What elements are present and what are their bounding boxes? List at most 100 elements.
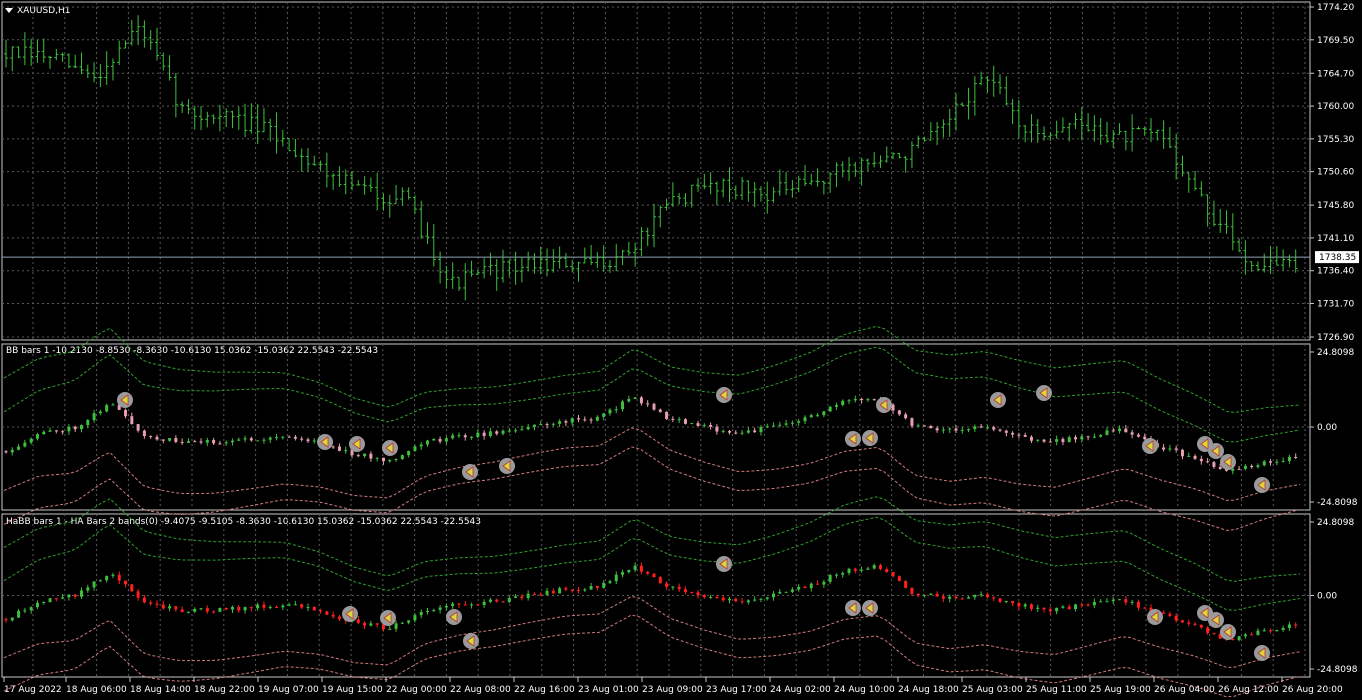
candle-body — [532, 424, 536, 427]
indicator-candle — [73, 425, 77, 432]
candle-body — [639, 397, 643, 404]
candle-body — [79, 590, 83, 597]
indicator-candle — [589, 417, 593, 424]
indicator-candle — [1036, 604, 1040, 612]
arrow-left-marker-icon — [1147, 609, 1163, 625]
price-bar — [1281, 249, 1286, 271]
indicator-candle — [860, 566, 864, 573]
candle-body — [841, 573, 845, 575]
indicator-candle — [1074, 603, 1078, 612]
y-tick-label: 1774.20 — [1317, 3, 1354, 13]
upper-band-inner — [3, 516, 1301, 611]
candle-body — [1029, 604, 1033, 609]
candle-body — [677, 419, 681, 421]
price-bar — [1054, 120, 1059, 139]
candle-body — [136, 591, 140, 598]
price-bar — [305, 148, 310, 172]
candle-body — [1287, 456, 1291, 462]
indicator-candle — [1130, 429, 1134, 439]
candle-body — [998, 429, 1002, 431]
candle-body — [92, 581, 96, 588]
indicator-candle — [1067, 604, 1071, 610]
indicator-candle — [432, 438, 436, 441]
price-bar — [526, 251, 531, 272]
candle-body — [356, 455, 360, 457]
price-bar — [796, 175, 801, 193]
arrow-left-marker-icon — [862, 600, 878, 616]
indicator-candle — [300, 603, 304, 609]
candle-body — [1180, 449, 1184, 457]
candle-body — [910, 587, 914, 594]
upper-band-outer — [3, 325, 1301, 413]
indicator-candle — [111, 572, 115, 579]
indicator-candle — [910, 417, 914, 428]
indicator-candle — [1162, 444, 1166, 452]
indicator-candle — [495, 598, 499, 603]
candle-body — [847, 568, 851, 574]
indicator-candle — [117, 571, 121, 585]
chart-canvas[interactable]: XAUUSD,H1 BB bars 1 -10.2130 -8.8530 -8.… — [0, 0, 1362, 700]
arrow-left-marker-icon — [117, 392, 133, 408]
candle-body — [765, 426, 769, 428]
price-bar — [438, 251, 443, 284]
indicator-candle — [1029, 435, 1033, 443]
candle-body — [501, 430, 505, 434]
candle-body — [627, 398, 631, 402]
candle-body — [1187, 455, 1191, 457]
price-bar — [941, 119, 946, 138]
price-bar — [1130, 114, 1135, 152]
indicator-candle — [1023, 432, 1027, 437]
x-tick-label: 25 Aug 03:00 — [962, 685, 1023, 695]
indicator-candle — [646, 571, 650, 576]
candle-body — [482, 601, 486, 605]
indicator-candle — [275, 605, 279, 609]
indicator-candle — [765, 596, 769, 601]
x-tick-label: 19 Aug 07:00 — [258, 685, 319, 695]
candle-body — [312, 606, 316, 611]
price-bar — [456, 276, 461, 291]
candle-body — [444, 438, 448, 442]
x-tick-label: 25 Aug 11:00 — [1026, 685, 1087, 695]
candle-body — [702, 424, 706, 426]
indicator-candle — [142, 594, 146, 604]
arrow-left-marker-icon — [1036, 385, 1052, 401]
candle-body — [67, 426, 71, 432]
indicator-candle — [375, 457, 379, 462]
candle-body — [432, 609, 436, 611]
indicator-candle — [1105, 427, 1109, 436]
indicator-candle — [866, 566, 870, 570]
price-bar — [110, 58, 115, 81]
indicator-candle — [671, 416, 675, 423]
indicator-candle — [790, 587, 794, 594]
candle-body — [866, 399, 870, 401]
indicator-candle — [1042, 607, 1046, 613]
indicator-candle — [683, 586, 687, 595]
candle-body — [520, 596, 524, 599]
candle-body — [262, 439, 266, 441]
indicator-candle — [1061, 437, 1065, 446]
candle-body — [1218, 466, 1222, 469]
indicator-candle — [375, 622, 379, 628]
indicator-candle — [124, 408, 128, 419]
indicator-candle — [463, 433, 467, 441]
candle-body — [558, 421, 562, 424]
price-bar — [79, 52, 84, 75]
collapse-triangle-icon[interactable] — [5, 8, 13, 13]
candle-body — [658, 409, 662, 412]
candle-body — [1294, 624, 1298, 626]
candle-body — [621, 572, 625, 575]
indicator-candle — [205, 605, 209, 614]
indicator-candle — [1080, 602, 1084, 608]
candle-body — [1162, 447, 1166, 450]
indicator-candle — [923, 594, 927, 598]
indicator-candle — [784, 591, 788, 593]
indicator-candle — [1174, 613, 1178, 623]
indicator-candle — [658, 575, 662, 584]
candle-body — [658, 577, 662, 584]
indicator-candle — [337, 614, 341, 622]
indicator-candle — [426, 439, 430, 447]
indicator-candle — [985, 592, 989, 599]
price-bar — [482, 258, 487, 279]
indicator-candle — [224, 607, 228, 611]
price-bar — [60, 52, 65, 62]
